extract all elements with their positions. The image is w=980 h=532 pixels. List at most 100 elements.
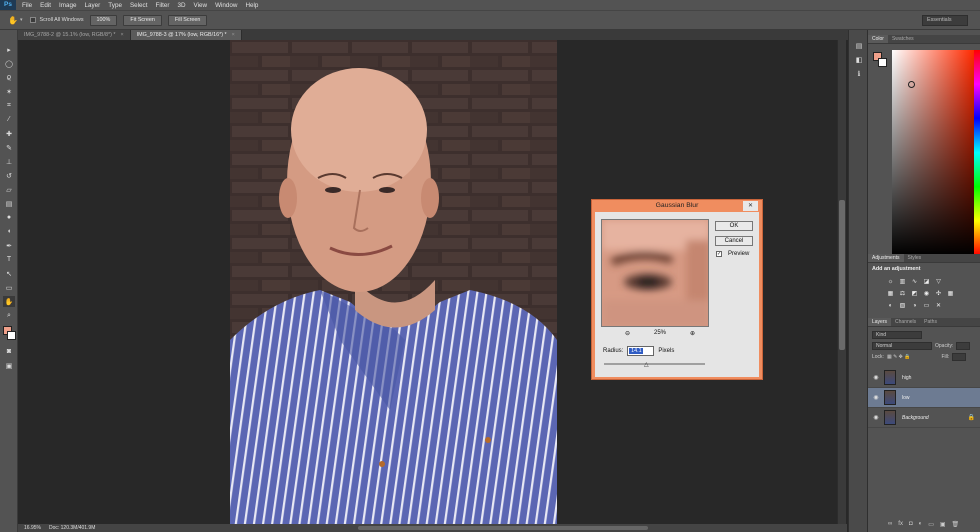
visibility-eye-icon[interactable]: ◉	[868, 414, 884, 421]
horizontal-scroll-thumb[interactable]	[358, 526, 648, 530]
history-panel-icon[interactable]: ▤	[854, 42, 864, 52]
color-lookup-icon[interactable]: ▦	[946, 290, 955, 299]
screen-mode-icon[interactable]: ▣	[3, 360, 15, 371]
fit-screen-button[interactable]: Fit Screen	[123, 14, 162, 26]
properties-panel-icon[interactable]: ◧	[854, 56, 864, 66]
zoom-in-icon[interactable]: ⊕	[690, 330, 695, 337]
visibility-eye-icon[interactable]: ◉	[868, 374, 884, 381]
photo-filter-icon[interactable]: ◉	[922, 290, 931, 299]
tab-styles[interactable]: Styles	[904, 254, 926, 262]
brightness-contrast-icon[interactable]: ☼	[886, 278, 895, 287]
fx-icon[interactable]: fx	[898, 521, 903, 528]
blend-mode-select[interactable]: Normal	[872, 342, 932, 350]
preview-checkbox[interactable]: ✓ Preview	[716, 251, 749, 257]
exposure-icon[interactable]: ◪	[922, 278, 931, 287]
scroll-all-windows-checkbox[interactable]: Scroll All Windows	[30, 17, 84, 23]
color-balance-icon[interactable]: ⚖	[898, 290, 907, 299]
tab-color[interactable]: Color	[868, 35, 888, 43]
fill-field[interactable]	[952, 353, 967, 361]
healing-brush-tool-icon[interactable]: ✚	[3, 128, 15, 139]
scroll-thumb[interactable]	[839, 200, 845, 350]
posterize-icon[interactable]: ▧	[898, 302, 907, 311]
menu-view[interactable]: View	[194, 2, 208, 9]
layer-row-background[interactable]: ◉ Background 🔒	[868, 408, 980, 428]
tab-img-9788-2[interactable]: IMG_9788-2 @ 15.1% (low, RGB/8*) * ×	[18, 30, 131, 40]
slider-thumb-icon[interactable]: △	[644, 361, 649, 368]
menu-edit[interactable]: Edit	[40, 2, 51, 9]
tab-channels[interactable]: Channels	[891, 318, 920, 326]
mask-icon[interactable]: ◘	[909, 521, 913, 528]
selective-color-icon[interactable]: ✕	[934, 302, 943, 311]
trash-icon[interactable]: 🗑	[952, 521, 960, 528]
hand-tool-icon[interactable]: ✋	[8, 16, 18, 25]
workspace-select[interactable]: Essentials	[922, 15, 968, 26]
menu-window[interactable]: Window	[215, 2, 237, 9]
curves-icon[interactable]: ∿	[910, 278, 919, 287]
cancel-button[interactable]: Cancel	[715, 236, 753, 246]
hue-saturation-icon[interactable]: ▦	[886, 290, 895, 299]
quick-mask-icon[interactable]: ◙	[3, 346, 15, 357]
move-tool-icon[interactable]: ▸	[3, 44, 15, 55]
visibility-eye-icon[interactable]: ◉	[868, 394, 884, 401]
background-color-chip[interactable]	[878, 58, 887, 67]
menu-type[interactable]: Type	[108, 2, 122, 9]
brush-tool-icon[interactable]: ✎	[3, 142, 15, 153]
tab-swatches[interactable]: Swatches	[888, 35, 918, 43]
close-icon[interactable]: ×	[232, 32, 235, 38]
zoom-out-icon[interactable]: ⊖	[625, 330, 630, 337]
menu-3d[interactable]: 3D	[177, 2, 185, 9]
eyedropper-tool-icon[interactable]: ⁄	[3, 114, 15, 125]
eraser-tool-icon[interactable]: ▱	[3, 184, 15, 195]
type-tool-icon[interactable]: T	[3, 254, 15, 265]
close-icon[interactable]: ×	[120, 32, 123, 38]
crop-tool-icon[interactable]: ⌗	[3, 100, 15, 111]
levels-icon[interactable]: ▥	[898, 278, 907, 287]
menu-filter[interactable]: Filter	[155, 2, 169, 9]
vibrance-icon[interactable]: ▽	[934, 278, 943, 287]
layer-row-low[interactable]: ◉ low	[868, 388, 980, 408]
layer-kind-filter[interactable]: Kind	[872, 331, 922, 339]
path-selection-tool-icon[interactable]: ↖	[3, 268, 15, 279]
info-panel-icon[interactable]: ℹ	[854, 70, 864, 80]
group-icon[interactable]: ▭	[928, 521, 934, 528]
radius-input[interactable]: 14.1	[627, 346, 655, 356]
black-white-icon[interactable]: ◩	[910, 290, 919, 299]
menu-image[interactable]: Image	[59, 2, 77, 9]
blur-tool-icon[interactable]: ●	[3, 212, 15, 223]
threshold-icon[interactable]: ◑	[910, 302, 919, 311]
tab-paths[interactable]: Paths	[920, 318, 941, 326]
ok-button[interactable]: OK	[715, 221, 753, 231]
menu-help[interactable]: Help	[245, 2, 258, 9]
zoom-100-button[interactable]: 100%	[89, 14, 118, 26]
tab-img-9788-3[interactable]: IMG_9788-3 @ 17% (low, RGB/16*) * ×	[130, 30, 242, 40]
checkbox-box[interactable]	[30, 17, 37, 23]
color-picker-marker[interactable]	[908, 81, 915, 88]
hand-tool-selected-icon[interactable]: ✋	[3, 296, 15, 307]
tab-layers[interactable]: Layers	[868, 318, 892, 326]
lock-icons[interactable]: ▦ ✎ ✥ 🔒	[887, 354, 911, 360]
clone-stamp-tool-icon[interactable]: ⊥	[3, 156, 15, 167]
vertical-scrollbar[interactable]	[837, 40, 846, 524]
tool-preset-dropdown-icon[interactable]: ▾	[20, 17, 23, 23]
hue-slider[interactable]	[974, 50, 980, 255]
zoom-level[interactable]: 16.95%	[24, 524, 41, 532]
radius-slider[interactable]: △	[604, 361, 705, 368]
blur-preview[interactable]	[601, 219, 709, 327]
menu-select[interactable]: Select	[130, 2, 148, 9]
link-icon[interactable]: ∞	[888, 521, 892, 528]
menu-file[interactable]: File	[22, 2, 32, 9]
checkbox-checked[interactable]: ✓	[716, 251, 722, 257]
background-color-swatch[interactable]	[7, 331, 16, 340]
channel-mixer-icon[interactable]: ✣	[934, 290, 943, 299]
magic-wand-tool-icon[interactable]: ✶	[3, 86, 15, 97]
close-icon[interactable]: ✕	[743, 201, 758, 211]
gradient-tool-icon[interactable]: ▤	[3, 198, 15, 209]
zoom-tool-icon[interactable]: ⌕	[3, 310, 15, 321]
history-brush-tool-icon[interactable]: ↺	[3, 170, 15, 181]
opacity-field[interactable]	[956, 342, 971, 350]
tab-adjustments[interactable]: Adjustments	[868, 254, 904, 262]
menu-layer[interactable]: Layer	[85, 2, 101, 9]
shape-tool-icon[interactable]: ▭	[3, 282, 15, 293]
radius-value[interactable]: 14.1	[629, 348, 644, 354]
adjustment-layer-icon[interactable]: ◐	[919, 521, 923, 528]
